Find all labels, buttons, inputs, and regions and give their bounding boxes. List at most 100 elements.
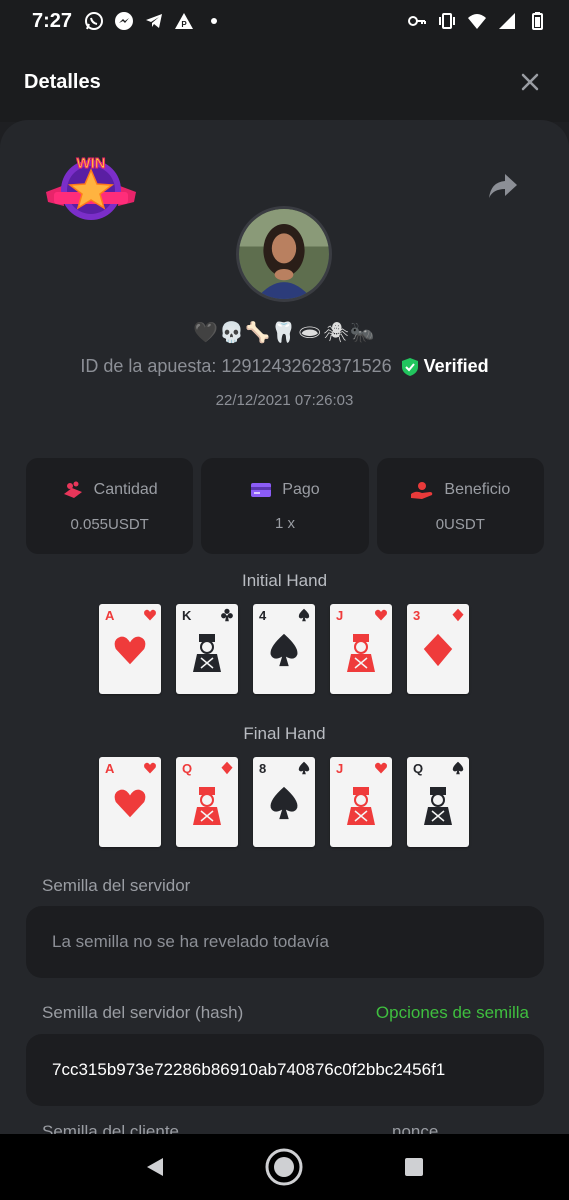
final-hand-card-5: Q bbox=[407, 757, 469, 847]
card-rank: Q bbox=[182, 761, 193, 776]
card-rank: J bbox=[336, 761, 344, 776]
hearts-suit-icon bbox=[374, 608, 388, 622]
bet-id-row: ID de la apuesta: 12912432628371526 Veri… bbox=[0, 356, 569, 377]
card-icon bbox=[251, 482, 272, 497]
stat-label-payout: Pago bbox=[282, 480, 320, 498]
avatar-image bbox=[239, 209, 329, 299]
server-seed-label: Semilla del servidor bbox=[42, 876, 191, 895]
hearts-suit-icon bbox=[143, 608, 157, 622]
diamonds-center-icon bbox=[420, 632, 456, 672]
initial-hand-card-1: A bbox=[99, 604, 161, 694]
share-icon bbox=[489, 174, 517, 198]
stat-card-amount: Cantidad 0.055USDT bbox=[26, 458, 194, 554]
initial-hand-card-2: K bbox=[176, 604, 238, 694]
key-icon bbox=[407, 11, 427, 31]
spades-suit-icon bbox=[297, 608, 311, 622]
stat-value-profit: 0USDT bbox=[435, 515, 485, 533]
face-card-figure-icon bbox=[189, 632, 225, 672]
recents-icon bbox=[405, 1158, 424, 1176]
spades-center-icon bbox=[266, 632, 302, 672]
home-button[interactable] bbox=[262, 1145, 306, 1189]
card-rank: 8 bbox=[259, 761, 267, 776]
diamonds-suit-icon bbox=[451, 608, 465, 622]
face-card-figure-icon bbox=[343, 632, 379, 672]
notification-icons: P bbox=[84, 11, 224, 31]
nonce-label: nonce bbox=[392, 1122, 439, 1134]
spades-suit-icon bbox=[451, 761, 465, 775]
avatar bbox=[236, 206, 332, 302]
face-card-figure-icon bbox=[420, 785, 456, 825]
status-time: 7:27 bbox=[32, 9, 73, 32]
initial-hand-card-3: 4 bbox=[253, 604, 315, 694]
telegram-icon bbox=[144, 11, 164, 31]
card-rank: Q bbox=[413, 761, 424, 776]
back-icon bbox=[146, 1158, 163, 1176]
card-rank: K bbox=[182, 608, 192, 623]
verified-shield-icon bbox=[401, 357, 418, 376]
system-icons bbox=[407, 11, 547, 31]
stats-row: Cantidad 0.055USDT Pago 1 x Beneficio 0U… bbox=[26, 458, 544, 554]
share-button[interactable] bbox=[487, 172, 519, 200]
hearts-suit-icon bbox=[374, 761, 388, 775]
spades-center-icon bbox=[266, 785, 302, 825]
seed-options-link[interactable]: Opciones de semilla bbox=[376, 1003, 529, 1023]
recents-button[interactable] bbox=[392, 1145, 436, 1189]
initial-hand-card-5: 3 bbox=[407, 604, 469, 694]
hearts-suit-icon bbox=[143, 761, 157, 775]
svg-text:P: P bbox=[181, 20, 187, 29]
server-seed-hash-field[interactable]: 7cc315b973e72286b86910ab740876c0f2bbc245… bbox=[26, 1034, 544, 1106]
card-rank: 4 bbox=[259, 608, 267, 623]
status-bar: 7:27 P bbox=[0, 0, 569, 42]
hearts-center-icon bbox=[112, 632, 148, 672]
verified-label: Verified bbox=[423, 356, 489, 376]
card-rank: A bbox=[105, 608, 115, 623]
stat-card-payout: Pago 1 x bbox=[201, 458, 369, 554]
final-hand-cards: A Q 8 J Q bbox=[99, 757, 471, 847]
initial-hand-card-4: J bbox=[330, 604, 392, 694]
win-badge-icon: WIN bbox=[46, 155, 136, 220]
server-seed-field[interactable]: La semilla no se ha revelado todavía bbox=[26, 906, 544, 978]
verified-badge: Verified bbox=[400, 356, 489, 377]
header: Detalles bbox=[0, 42, 569, 122]
battery-icon bbox=[527, 11, 547, 31]
back-button[interactable] bbox=[133, 1145, 177, 1189]
dot-icon bbox=[204, 11, 224, 31]
coins-icon bbox=[63, 481, 82, 498]
diamonds-suit-icon bbox=[220, 761, 234, 775]
card-rank: A bbox=[105, 761, 115, 776]
final-hand-card-4: J bbox=[330, 757, 392, 847]
username: 🖤💀🦴🦷🕳🕷🐜 bbox=[193, 322, 376, 344]
details-panel: WIN 🖤💀🦴🦷🕳🕷🐜 ID de la apuesta: 1291243262… bbox=[0, 120, 569, 1134]
face-card-figure-icon bbox=[343, 785, 379, 825]
page-title: Detalles bbox=[24, 70, 101, 93]
stat-label-profit: Beneficio bbox=[444, 480, 511, 498]
final-hand-title: Final Hand bbox=[243, 724, 326, 743]
stat-value-payout: 1 x bbox=[274, 514, 295, 532]
system-nav-bar bbox=[0, 1134, 569, 1200]
whatsapp-icon bbox=[84, 11, 104, 31]
final-hand-card-3: 8 bbox=[253, 757, 315, 847]
card-rank: J bbox=[336, 608, 344, 623]
stat-label-amount: Cantidad bbox=[93, 480, 158, 498]
profit-hand-icon bbox=[411, 481, 433, 499]
wifi-icon bbox=[467, 11, 487, 31]
vibrate-icon bbox=[437, 11, 457, 31]
stat-value-amount: 0.055USDT bbox=[70, 515, 149, 533]
close-button[interactable] bbox=[515, 67, 545, 97]
server-seed-hash-label: Semilla del servidor (hash) bbox=[42, 1003, 244, 1022]
client-seed-label: Semilla del cliente bbox=[42, 1122, 180, 1134]
face-card-figure-icon bbox=[189, 785, 225, 825]
hearts-center-icon bbox=[112, 785, 148, 825]
clubs-suit-icon bbox=[220, 608, 234, 622]
signal-icon bbox=[497, 11, 517, 31]
bet-date: 22/12/2021 07:26:03 bbox=[215, 392, 354, 409]
card-rank: 3 bbox=[413, 608, 421, 623]
close-icon bbox=[521, 73, 539, 91]
app-icon: P bbox=[174, 11, 194, 31]
initial-hand-title: Initial Hand bbox=[241, 571, 328, 590]
bet-id: ID de la apuesta: 12912432628371526 bbox=[80, 356, 392, 376]
final-hand-card-2: Q bbox=[176, 757, 238, 847]
initial-hand-cards: A K 4 J 3 bbox=[99, 604, 471, 694]
stat-card-profit: Beneficio 0USDT bbox=[376, 458, 544, 554]
win-text: WIN bbox=[76, 155, 105, 172]
